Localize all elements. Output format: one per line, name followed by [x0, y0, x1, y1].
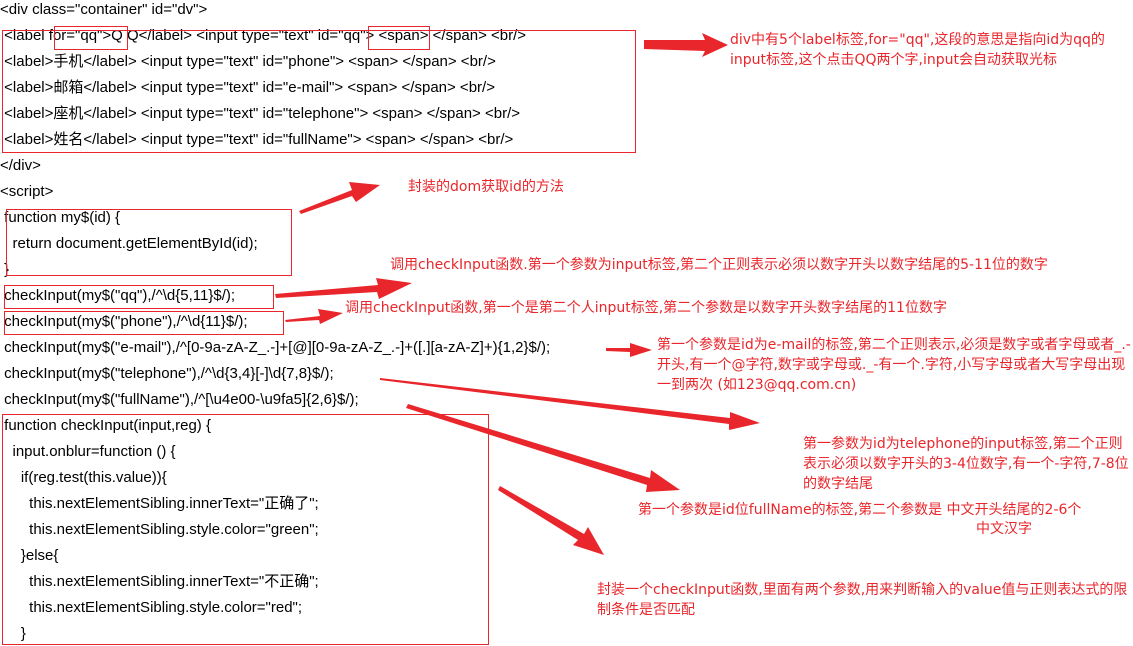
annotation-check-phone: 调用checkInput函数,第一个是第二个人input标签,第二个参数是以数字… [345, 300, 947, 316]
code-line: checkInput(my$("fullName"),/^[\u4e00-\u9… [0, 391, 359, 408]
code-view: <div class="container" id="dv"> <label f… [0, 0, 660, 643]
code-line: this.nextElementSibling.innerText="正确了"; [0, 495, 319, 512]
code-line: <label>手机</label> <input type="text" id=… [0, 53, 496, 70]
code-line: </div> [0, 157, 41, 174]
annotation-check-fullname-cont: 中文汉字 [976, 521, 1032, 537]
code-line: <div class="container" id="dv"> [0, 1, 208, 18]
code-line: <label>邮箱</label> <input type="text" id=… [0, 79, 495, 96]
code-line: this.nextElementSibling.style.color="red… [0, 599, 303, 616]
code-line: <label>姓名</label> <input type="text" id=… [0, 131, 514, 148]
code-line: input.onblur=function () { [0, 443, 176, 460]
annotation-check-qq: 调用checkInput函数.第一个参数为input标签,第二个正则表示必须以数… [390, 257, 1048, 273]
code-line: function checkInput(input,reg) { [0, 417, 211, 434]
code-line: checkInput(my$("qq"),/^\d{5,11}$/); [0, 287, 236, 304]
code-line: } [0, 261, 10, 278]
code-line: <script> [0, 183, 54, 200]
annotation-check-email: 第一个参数是id为e-mail的标签,第二个正则表示,必须是数字或者字母或者_.… [657, 337, 1131, 393]
code-line: <label for="qq">Q Q</label> <input type=… [0, 27, 527, 44]
code-line: <label>座机</label> <input type="text" id=… [0, 105, 521, 122]
annotation-check-telephone: 第一参数为id为telephone的input标签,第二个正则表示必须以数字开头… [803, 436, 1129, 492]
code-line: checkInput(my$("telephone"),/^\d{3,4}[-]… [0, 365, 334, 382]
annotation-dom-func: 封装的dom获取id的方法 [408, 179, 564, 195]
code-line: checkInput(my$("phone"),/^\d{11}$/); [0, 313, 248, 330]
annotation-div-label: div中有5个label标签,for="qq",这段的意思是指向id为qq的in… [730, 32, 1105, 68]
code-line: }else{ [0, 547, 59, 564]
code-line: } [0, 625, 26, 642]
code-line: return document.getElementById(id); [0, 235, 258, 252]
code-line: this.nextElementSibling.style.color="gre… [0, 521, 319, 538]
code-line: checkInput(my$("e-mail"),/^[0-9a-zA-Z_.-… [0, 339, 551, 356]
annotation-check-fullname: 第一个参数是id位fullName的标签,第二个参数是 中文开头结尾的2-6个 [638, 502, 1082, 518]
code-line: if(reg.test(this.value)){ [0, 469, 167, 486]
code-line: this.nextElementSibling.innerText="不正确"; [0, 573, 319, 590]
annotation-check-func: 封装一个checkInput函数,里面有两个参数,用来判断输入的value值与正… [597, 582, 1128, 618]
code-line: function my$(id) { [0, 209, 121, 226]
